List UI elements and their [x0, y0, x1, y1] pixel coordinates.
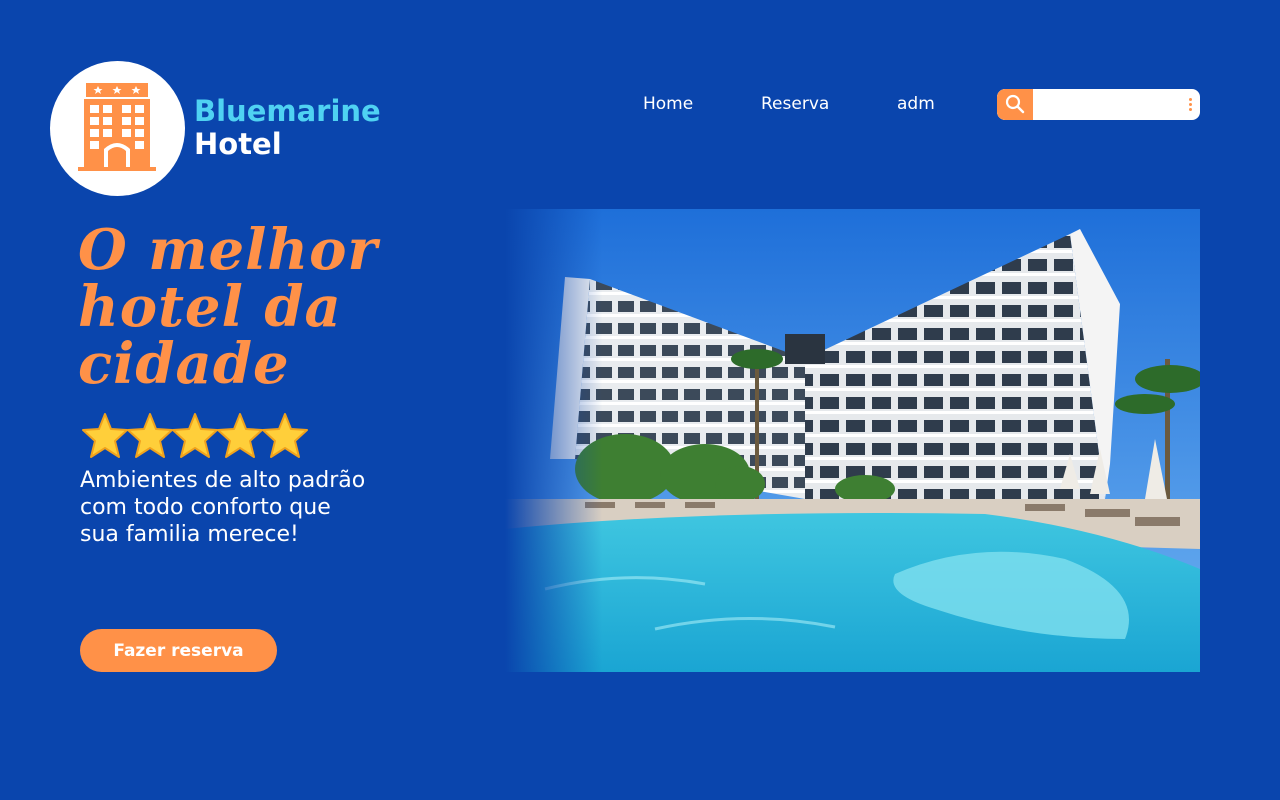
brand-name-line1: Bluemarine: [194, 94, 381, 128]
hotel-building-icon: [78, 83, 156, 171]
search-icon: [1005, 94, 1025, 114]
hero-headline: O melhor hotel da cidade: [78, 222, 478, 393]
hero-description-line3: sua familia merece!: [80, 522, 299, 547]
hero-headline-line1: O melhor: [78, 217, 379, 283]
hero-description: Ambientes de alto padrão com todo confor…: [80, 467, 420, 548]
hero-description-line1: Ambientes de alto padrão: [80, 468, 366, 493]
brand-name[interactable]: Bluemarine Hotel: [194, 95, 381, 161]
star-icon: [172, 413, 218, 458]
logo[interactable]: [50, 61, 185, 196]
hero-description-line2: com todo conforto que: [80, 495, 331, 520]
hero-headline-line3: cidade: [78, 331, 290, 397]
search-button[interactable]: [997, 89, 1033, 120]
book-now-button[interactable]: Fazer reserva: [80, 629, 277, 672]
search-input[interactable]: [1037, 93, 1177, 116]
hotel-photo: [505, 209, 1200, 672]
star-icon: [217, 413, 263, 458]
nav-link-reserva[interactable]: Reserva: [761, 94, 829, 114]
nav-link-adm[interactable]: adm: [897, 94, 935, 114]
hero-headline-line2: hotel da: [78, 274, 342, 340]
nav-link-home[interactable]: Home: [643, 94, 693, 114]
search-bar: [997, 89, 1200, 120]
brand-name-line2: Hotel: [194, 127, 282, 161]
star-icon: [82, 413, 128, 458]
kebab-menu-icon[interactable]: [1189, 98, 1192, 112]
star-icon: [262, 413, 308, 458]
star-icon: [127, 413, 173, 458]
